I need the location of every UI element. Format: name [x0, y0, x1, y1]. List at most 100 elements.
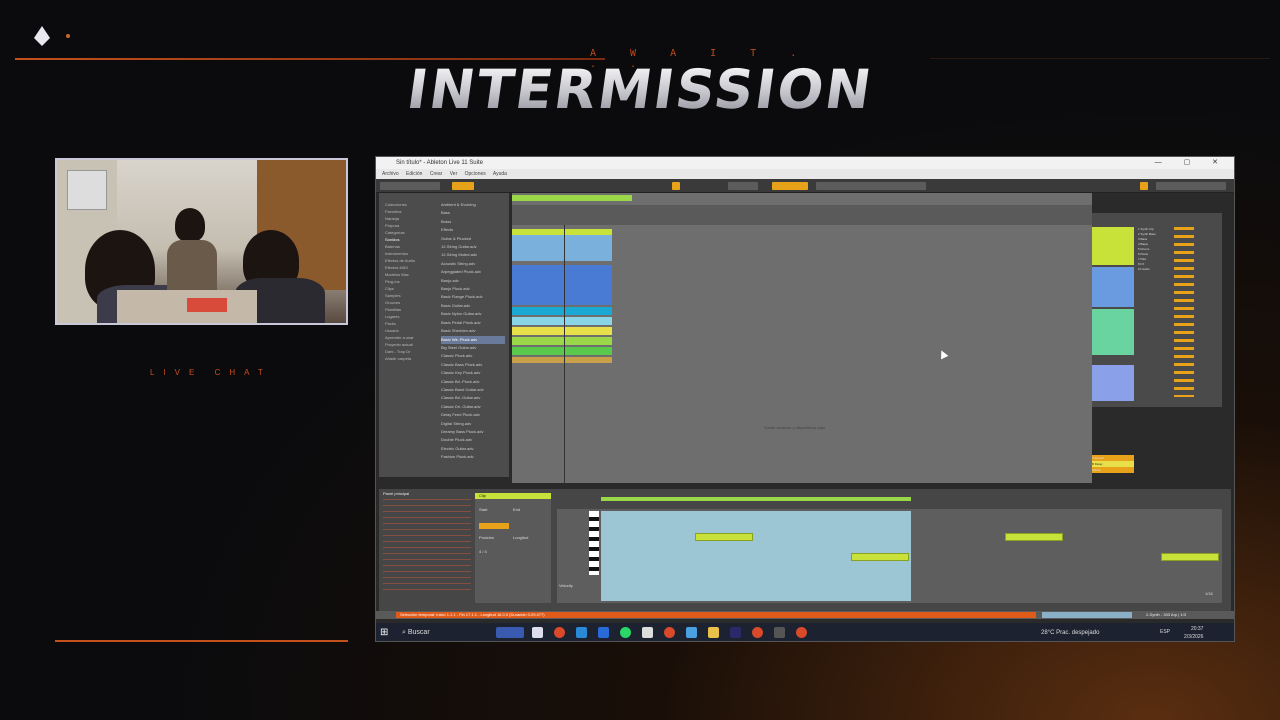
file-item[interactable]: Classic Bass Pluck.adv [441, 361, 505, 369]
windows-start-icon[interactable]: ⊞ [380, 628, 388, 638]
timeline-ruler[interactable] [512, 205, 1092, 225]
category-item[interactable]: Efectos MIDI [385, 264, 415, 271]
midi-note[interactable] [695, 533, 753, 541]
clip-bajos[interactable] [512, 317, 612, 325]
track-arm-buttons[interactable] [1174, 227, 1194, 397]
category-item[interactable]: Naranja [385, 215, 415, 222]
signature-field[interactable]: 4 / 4 [479, 549, 487, 554]
chrome-icon[interactable] [664, 627, 675, 638]
track-header[interactable] [1092, 309, 1134, 355]
category-item[interactable]: Clips [385, 285, 415, 292]
file-item[interactable]: Fashion Pluck.adv [441, 453, 505, 461]
file-item[interactable]: Classic Pluck.adv [441, 352, 505, 360]
widget-icon[interactable] [496, 627, 524, 638]
loop-brace[interactable] [601, 497, 911, 501]
follow-button[interactable] [672, 182, 680, 190]
clip-bass[interactable] [512, 307, 612, 315]
file-item[interactable]: Effects [441, 226, 505, 234]
metronome-button[interactable] [452, 182, 474, 190]
clip-synth-arp-notes[interactable] [512, 235, 612, 261]
file-item[interactable]: Basic Flange Pluck.adv [441, 293, 505, 301]
midi-note[interactable] [1005, 533, 1063, 541]
taskbar-search[interactable]: ⌕ Buscar [402, 627, 430, 639]
clip-synth-bass[interactable] [512, 265, 612, 305]
file-item[interactable]: Basic Wir..Pluck.adv [441, 335, 505, 344]
language-indicator[interactable]: ESP [1160, 629, 1170, 635]
category-item[interactable]: Colecciones [385, 201, 415, 208]
category-item[interactable]: Favoritos [385, 208, 415, 215]
arrangement-view[interactable]: Suelte archivos y dispositivos aquí [512, 193, 1092, 483]
chrome-icon[interactable] [752, 627, 763, 638]
track-header[interactable] [1092, 267, 1134, 307]
clip-piano[interactable] [512, 337, 612, 345]
file-item[interactable]: Guitar & Plucked [441, 235, 505, 243]
category-item[interactable]: Usuario [385, 327, 415, 334]
file-item[interactable]: Double Pluck.adv [441, 436, 505, 444]
track-header[interactable] [1092, 227, 1134, 265]
file-item[interactable]: Electric Guitar.adv [441, 445, 505, 453]
spotify-icon[interactable] [620, 627, 631, 638]
clip-name[interactable]: Clip [475, 493, 551, 499]
master-track[interactable]: Master [1092, 467, 1134, 473]
ableton-icon[interactable] [774, 627, 785, 638]
clock[interactable]: 20:37 2/3/2026 [1184, 625, 1203, 641]
file-item[interactable]: Classic Bri..Guitar.adv [441, 394, 505, 402]
category-item[interactable]: Proyecto actual [385, 341, 415, 348]
track-header[interactable] [1092, 365, 1134, 401]
clip-fx[interactable] [512, 357, 612, 363]
file-item[interactable]: Big Steel Guitar.adv [441, 344, 505, 352]
play-stop-buttons[interactable] [728, 182, 758, 190]
file-item[interactable]: Banjo.adv [441, 277, 505, 285]
app-icon[interactable] [686, 627, 697, 638]
store-icon[interactable] [598, 627, 609, 638]
file-item[interactable]: 12-String Muted.adv [441, 251, 505, 259]
file-item[interactable]: Ambient & Evolving [441, 201, 505, 209]
track-name[interactable]: 10 Audio [1138, 267, 1168, 272]
category-item[interactable]: Baterías [385, 243, 415, 250]
file-item[interactable]: Basic Nylon Guitar.adv [441, 310, 505, 318]
category-item[interactable]: Efectos de Audio [385, 257, 415, 264]
category-item[interactable]: Instrumentos [385, 250, 415, 257]
file-item[interactable]: Classic Band Guitar.adv [441, 386, 505, 394]
file-item[interactable]: Classic Bri..Pluck.adv [441, 378, 505, 386]
file-item[interactable]: Dreamy Bass Pluck.adv [441, 428, 505, 436]
file-item[interactable]: Digital String.adv [441, 420, 505, 428]
overview-bar[interactable] [512, 195, 632, 201]
draw-mode-button[interactable] [1140, 182, 1148, 190]
midi-note[interactable] [851, 553, 909, 561]
file-item[interactable]: Classic Dri..Guitar.adv [441, 403, 505, 411]
category-item[interactable]: Categorías [385, 229, 415, 236]
weather-widget[interactable]: 28°C Prac. despejado [1041, 627, 1099, 639]
menu-bar[interactable]: Archivo Edición Crear Ver Opciones Ayuda [376, 169, 1234, 179]
loop-button[interactable] [772, 182, 808, 190]
browser-categories[interactable]: Colecciones Favoritos Naranja Púrpura Ca… [385, 201, 415, 362]
category-item[interactable]: Añadir carpeta [385, 355, 415, 362]
file-item[interactable]: Arpeggiated Pluck.adv [441, 268, 505, 276]
category-item[interactable]: Plantillas [385, 306, 415, 313]
chrome-icon[interactable] [554, 627, 565, 638]
app-icon[interactable] [642, 627, 653, 638]
category-item[interactable]: Samples [385, 292, 415, 299]
piano-keys[interactable] [589, 511, 599, 575]
task-view-icon[interactable] [532, 627, 543, 638]
window-controls[interactable]: — ▢ ✕ [1155, 157, 1228, 169]
category-item[interactable]: Dark - Trap Dr [385, 348, 415, 355]
loop-region-fields[interactable] [816, 182, 926, 190]
category-item[interactable]: Modelos Max [385, 271, 415, 278]
file-item[interactable]: Bass [441, 209, 505, 217]
tempo-controls[interactable] [380, 182, 440, 190]
file-item[interactable]: 12-String Guitar.adv [441, 243, 505, 251]
folder-icon[interactable] [708, 627, 719, 638]
loop-toggle[interactable] [479, 523, 509, 529]
file-item[interactable]: Banjo Pluck.adv [441, 285, 505, 293]
file-item[interactable]: Delay Feed Pluck.adv [441, 411, 505, 419]
clip-pad[interactable] [512, 347, 612, 355]
file-item[interactable]: Basic Guitar.adv [441, 302, 505, 310]
file-item[interactable]: Basic Pedal Pluck.adv [441, 319, 505, 327]
category-item[interactable]: Plug-Ins [385, 278, 415, 285]
category-item[interactable]: Púrpura [385, 222, 415, 229]
file-item[interactable]: Classic Key Pluck.adv [441, 369, 505, 377]
file-item[interactable]: Basic Sheriden.adv [441, 327, 505, 335]
midi-note[interactable] [1161, 553, 1219, 561]
clip-drums[interactable] [512, 327, 612, 335]
